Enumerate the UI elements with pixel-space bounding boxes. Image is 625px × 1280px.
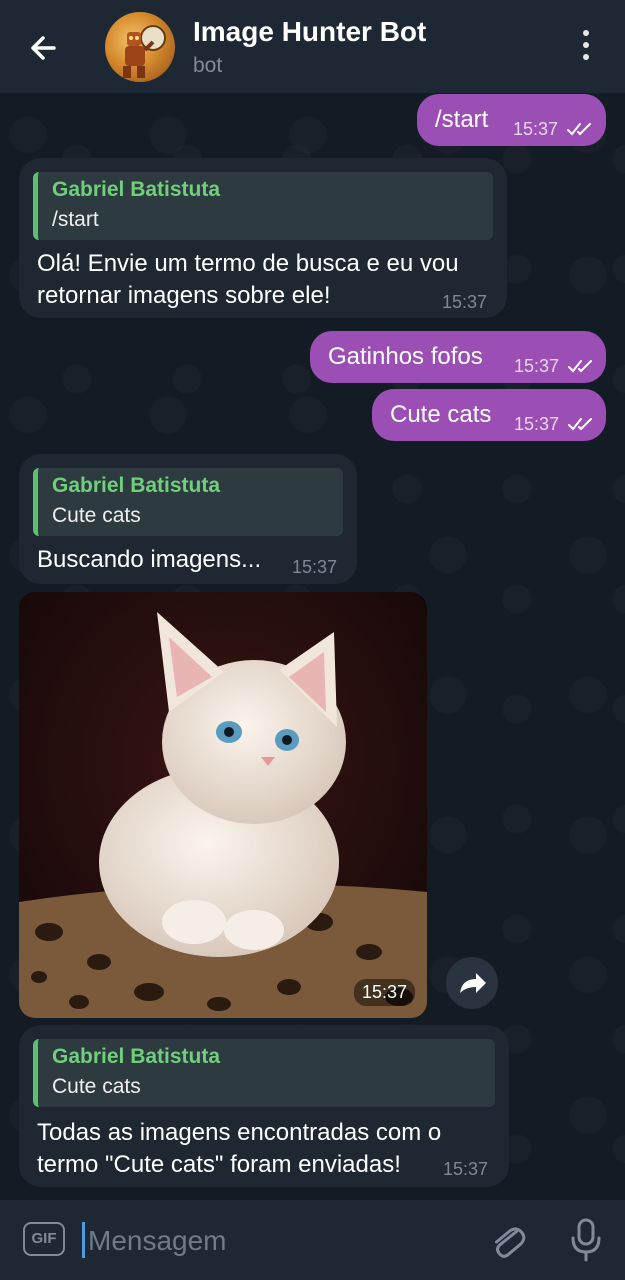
reply-author: Gabriel Batistuta: [52, 474, 221, 497]
reply-quote[interactable]: Gabriel Batistuta Cute cats: [33, 468, 343, 536]
arrow-left-icon[interactable]: [24, 28, 64, 68]
message-text-line: Olá! Envie um termo de busca e eu vou: [37, 250, 459, 277]
message-time: 15:37: [292, 557, 338, 577]
gif-button[interactable]: GIF: [23, 1222, 65, 1256]
message-text-line: Buscando imagens...: [37, 546, 262, 573]
message-outgoing[interactable]: Gatinhos fofos 15:37: [310, 331, 606, 383]
message-text: /start: [435, 106, 489, 133]
reply-author: Gabriel Batistuta: [52, 178, 221, 201]
message-time: 15:37: [514, 414, 560, 434]
double-check-icon: [568, 418, 592, 431]
message-text: Cute cats: [390, 401, 492, 428]
message-incoming[interactable]: Gabriel Batistuta /start Olá! Envie um t…: [19, 158, 507, 318]
chat-title[interactable]: Image Hunter Bot: [193, 16, 426, 48]
message-photo[interactable]: 15:37: [19, 592, 427, 1018]
paperclip-icon[interactable]: [488, 1218, 528, 1262]
reply-author: Gabriel Batistuta: [52, 1045, 221, 1068]
message-text: Gatinhos fofos: [328, 343, 483, 370]
message-outgoing[interactable]: Cute cats 15:37: [372, 389, 606, 441]
more-vertical-icon[interactable]: [574, 30, 598, 66]
message-text-line: retornar imagens sobre ele!: [37, 282, 331, 309]
double-check-icon: [568, 360, 592, 373]
reply-text: Cute cats: [52, 1075, 141, 1098]
reply-text: /start: [52, 208, 99, 231]
double-check-icon: [567, 123, 591, 136]
message-incoming[interactable]: Gabriel Batistuta Cute cats Todas as ima…: [19, 1025, 509, 1187]
share-arrow-icon: [460, 973, 486, 993]
message-time: 15:37: [513, 119, 559, 139]
message-input[interactable]: [86, 1218, 470, 1264]
message-input-bar: GIF: [0, 1200, 625, 1280]
reply-quote[interactable]: Gabriel Batistuta /start: [33, 172, 493, 240]
message-outgoing[interactable]: /start 15:37: [417, 94, 606, 146]
message-time: 15:37: [514, 356, 560, 376]
reply-text: Cute cats: [52, 504, 141, 527]
message-text-line: termo "Cute cats" foram enviadas!: [37, 1151, 401, 1178]
message-incoming[interactable]: Gabriel Batistuta Cute cats Buscando ima…: [19, 454, 357, 584]
message-time: 15:37: [442, 292, 488, 312]
reply-quote[interactable]: Gabriel Batistuta Cute cats: [33, 1039, 495, 1107]
message-time: 15:37: [353, 979, 415, 1006]
microphone-icon[interactable]: [566, 1216, 606, 1264]
robot-hunter-avatar-icon: [123, 25, 166, 78]
message-time: 15:37: [443, 1159, 489, 1179]
text-caret: [82, 1222, 85, 1258]
chat-header: Image Hunter Bot bot: [0, 0, 625, 93]
chat-subtitle: bot: [193, 54, 223, 77]
kitten-photo: [19, 592, 427, 1018]
bot-avatar[interactable]: [105, 12, 175, 82]
message-text-line: Todas as imagens encontradas com o: [37, 1119, 442, 1146]
share-button[interactable]: [446, 957, 498, 1009]
